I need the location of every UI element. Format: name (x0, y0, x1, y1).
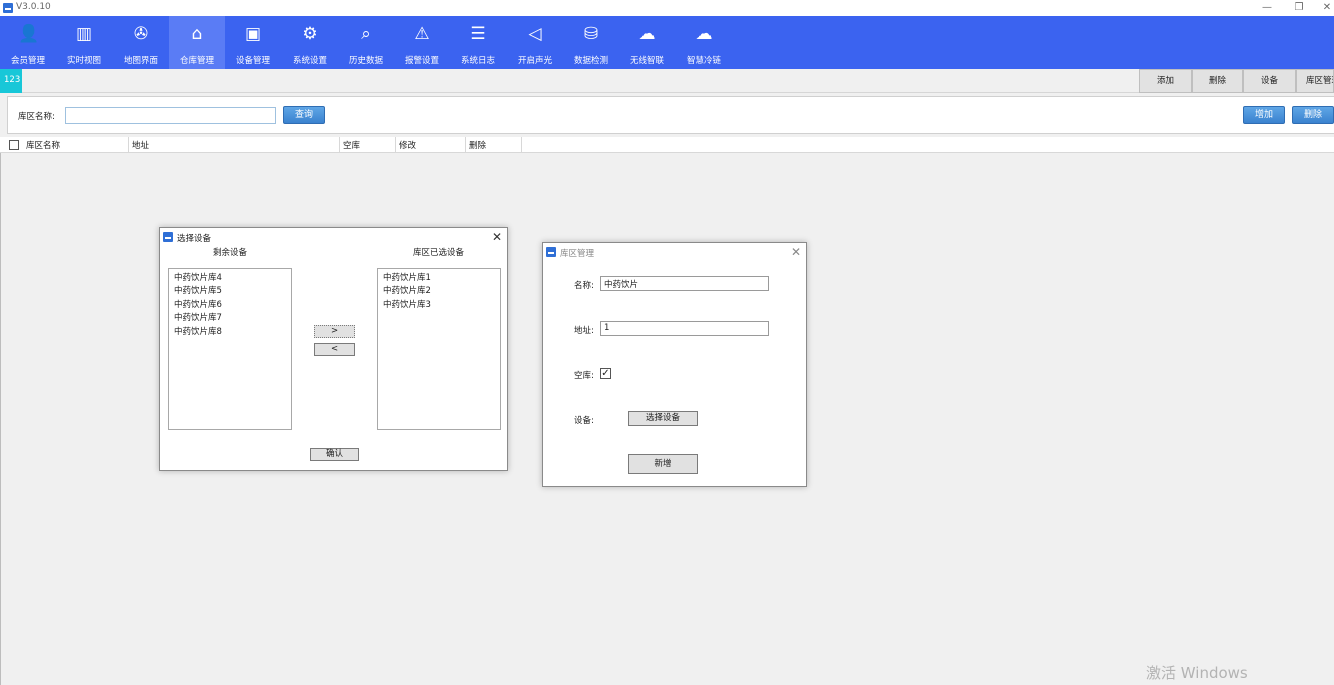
window-title: V3.0.10 (16, 2, 51, 12)
column-address[interactable]: 地址 (129, 137, 340, 153)
toolbar-item-alarm[interactable]: ⚠ 报警设置 (394, 16, 450, 69)
toolbar-item-database[interactable]: ⛁ 数据检测 (563, 16, 619, 69)
select-all-checkbox[interactable] (9, 140, 19, 150)
toolbar-item-member[interactable]: 👤 会员管理 (0, 16, 56, 69)
dialog-close-icon[interactable]: ✕ (492, 231, 502, 243)
cloud-icon: ☁ (695, 24, 713, 44)
confirm-button[interactable]: 确认 (310, 448, 359, 461)
device-icon: ▣ (244, 24, 262, 44)
column-edit[interactable]: 修改 (396, 137, 466, 153)
close-button[interactable]: ✕ (1320, 1, 1334, 15)
add-button[interactable]: 增加 (1243, 106, 1285, 124)
device-label: 设备: (574, 416, 594, 426)
selected-devices-heading: 库区已选设备 (413, 248, 465, 258)
remaining-devices-list[interactable]: 中药饮片库4 中药饮片库5 中药饮片库6 中药饮片库7 中药饮片库8 (168, 268, 292, 430)
list-item[interactable]: 中药饮片库7 (174, 311, 222, 323)
toolbar-item-map[interactable]: ✇ 地图界面 (113, 16, 169, 69)
minimize-button[interactable]: — (1260, 1, 1274, 15)
top-device-button[interactable]: 设备 (1243, 69, 1296, 93)
list-item[interactable]: 中药饮片库1 (383, 271, 431, 283)
delete-button[interactable]: 删除 (1292, 106, 1334, 124)
toolbar-item-label: 无线智联 (629, 56, 664, 66)
toolbar-item-label: 报警设置 (404, 56, 439, 66)
dialog-title: 选择设备 (177, 234, 212, 244)
toolbar-item-label: 开启声光 (517, 56, 552, 66)
toolbar-item-label: 仓库管理 (179, 56, 214, 66)
bars-icon: ▥ (75, 24, 93, 44)
select-device-dialog: 选择设备 ✕ 剩余设备 库区已选设备 中药饮片库4 中药饮片库5 中药饮片库6 … (159, 227, 508, 471)
empty-checkbox[interactable]: ✓ (600, 368, 611, 379)
dialog-app-icon (546, 247, 556, 257)
query-button[interactable]: 查询 (283, 106, 325, 124)
top-zone-management-button[interactable]: 库区管理 (1296, 69, 1334, 93)
move-left-button[interactable]: < (314, 343, 355, 356)
tab-123[interactable]: 123 (0, 69, 22, 93)
address-label: 地址: (574, 326, 594, 336)
toolbar-item-speaker[interactable]: ◁ 开启声光 (507, 16, 563, 69)
list-item[interactable]: 中药饮片库2 (383, 284, 431, 296)
toolbar-item-device[interactable]: ▣ 设备管理 (225, 16, 281, 69)
column-delete[interactable]: 删除 (466, 137, 522, 153)
cloud-icon: ☁ (638, 24, 656, 44)
column-zone-name[interactable]: 库区名称 (23, 137, 129, 153)
content-border (0, 153, 1, 685)
list-item[interactable]: 中药饮片库8 (174, 325, 222, 337)
title-bar (0, 0, 1334, 16)
alarm-icon: ⚠ (414, 24, 430, 44)
list-icon: ☰ (470, 24, 486, 44)
toolbar-item-label: 会员管理 (10, 56, 45, 66)
main-toolbar: 👤 会员管理 ▥ 实时视图 ✇ 地图界面 ⌂ 仓库管理 ▣ 设备管理 ⚙ 系统设置 ⌕ 历史数据 ⚠ 报警设置… (0, 16, 1334, 69)
dialog-app-icon (163, 232, 173, 242)
list-item[interactable]: 中药饮片库4 (174, 271, 222, 283)
dialog-title: 库区管理 (560, 249, 595, 259)
toolbar-item-label: 历史数据 (348, 56, 383, 66)
empty-label: 空库: (574, 371, 594, 381)
member-icon: 👤 (18, 24, 40, 44)
tab-strip (0, 69, 1334, 93)
top-delete-button[interactable]: 删除 (1192, 69, 1243, 93)
top-add-button[interactable]: 添加 (1139, 69, 1192, 93)
select-device-button[interactable]: 选择设备 (628, 411, 698, 426)
speaker-icon: ◁ (528, 24, 542, 44)
history-search-icon: ⌕ (361, 24, 371, 44)
toolbar-item-label: 设备管理 (235, 56, 270, 66)
search-label: 库区名称: (18, 112, 55, 122)
toolbar-item-history-search[interactable]: ⌕ 历史数据 (338, 16, 394, 69)
name-label: 名称: (574, 281, 594, 291)
gear-icon: ⚙ (302, 24, 318, 44)
toolbar-item-bars[interactable]: ▥ 实时视图 (56, 16, 112, 69)
move-right-button[interactable]: > (314, 325, 355, 338)
address-field[interactable]: 1 (600, 321, 769, 336)
toolbar-item-cloud[interactable]: ☁ 智慧冷链 (676, 16, 732, 69)
new-button[interactable]: 新增 (628, 454, 698, 474)
map-icon: ✇ (133, 24, 149, 44)
list-item[interactable]: 中药饮片库5 (174, 284, 222, 296)
toolbar-item-label: 地图界面 (123, 56, 158, 66)
toolbar-item-warehouse[interactable]: ⌂ 仓库管理 (169, 16, 225, 69)
database-icon: ⛁ (583, 24, 599, 44)
activation-watermark: 激活 Windows (1146, 664, 1248, 682)
app-icon (3, 3, 13, 13)
toolbar-item-label: 系统设置 (292, 56, 327, 66)
restore-button[interactable]: ❐ (1292, 1, 1306, 15)
list-item[interactable]: 中药饮片库6 (174, 298, 222, 310)
zone-management-dialog: 库区管理 ✕ 名称: 中药饮片 地址: 1 空库: ✓ 设备: 选择设备 新增 (542, 242, 807, 487)
toolbar-item-gear[interactable]: ⚙ 系统设置 (282, 16, 338, 69)
toolbar-item-label: 智慧冷链 (686, 56, 721, 66)
dialog-close-icon[interactable]: ✕ (791, 246, 801, 258)
column-empty[interactable]: 空库 (340, 137, 396, 153)
zone-name-search-input[interactable] (65, 107, 276, 124)
toolbar-item-label: 数据检测 (573, 56, 608, 66)
name-field[interactable]: 中药饮片 (600, 276, 769, 291)
warehouse-icon: ⌂ (191, 24, 203, 44)
remaining-devices-heading: 剩余设备 (213, 248, 248, 258)
toolbar-item-label: 实时视图 (66, 56, 101, 66)
check-icon: ✓ (601, 368, 610, 379)
toolbar-item-list[interactable]: ☰ 系统日志 (450, 16, 506, 69)
list-item[interactable]: 中药饮片库3 (383, 298, 431, 310)
toolbar-item-label: 系统日志 (460, 56, 495, 66)
toolbar-item-cloud[interactable]: ☁ 无线智联 (619, 16, 675, 69)
selected-devices-list[interactable]: 中药饮片库1 中药饮片库2 中药饮片库3 (377, 268, 501, 430)
